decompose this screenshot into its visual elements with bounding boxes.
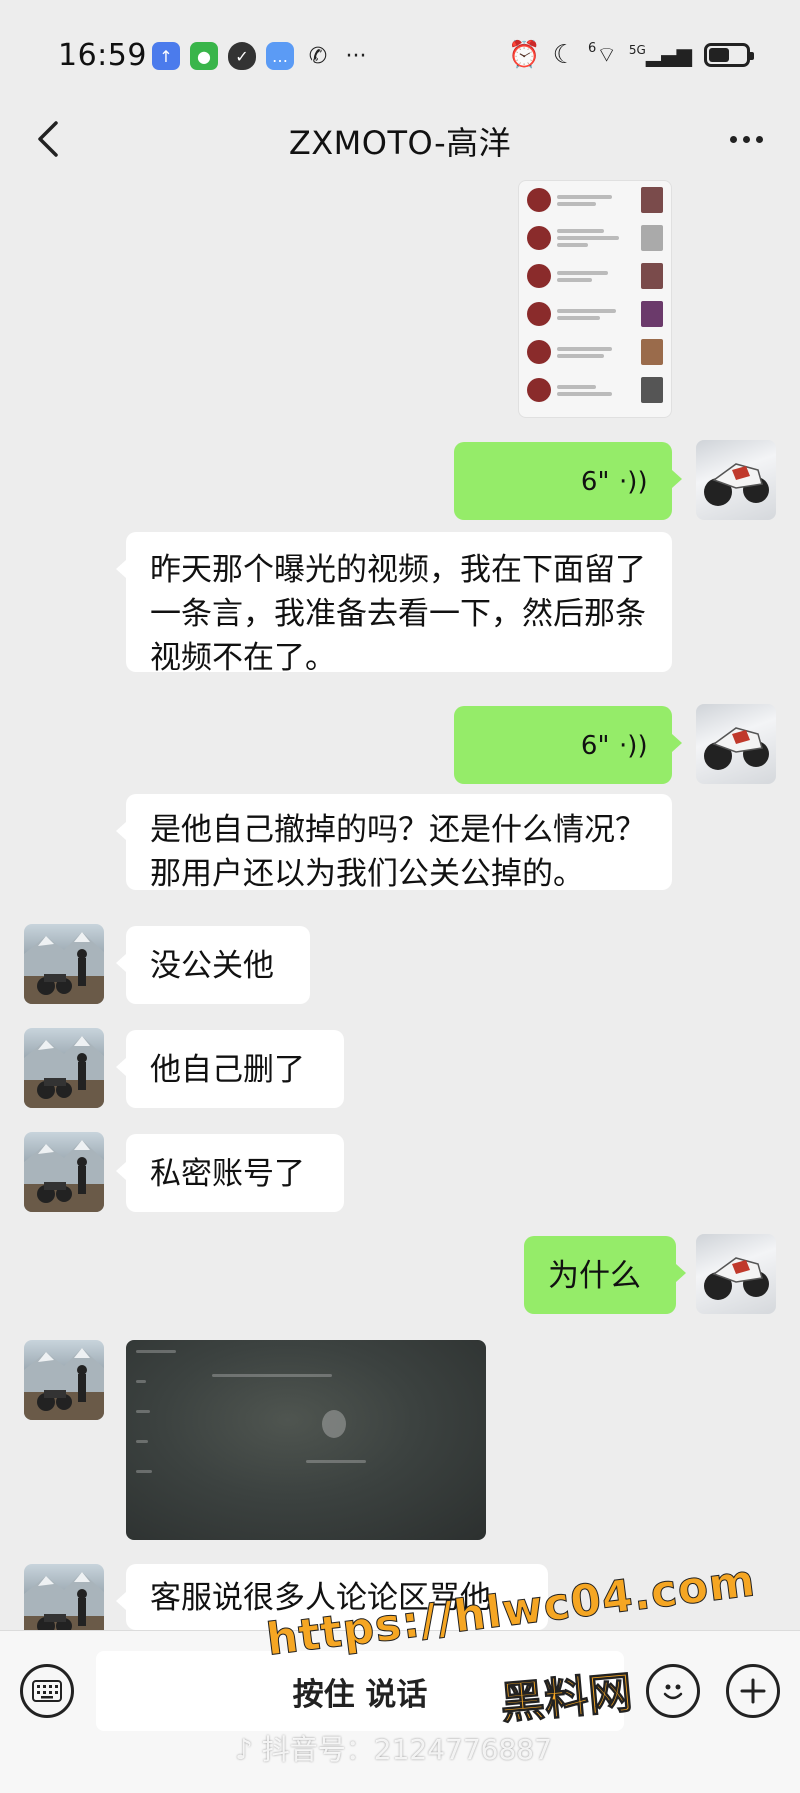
dot-icon: [742, 135, 750, 143]
avatar-self[interactable]: [696, 440, 776, 520]
alarm-icon: ⏰: [508, 40, 541, 70]
battery-fill: [709, 48, 729, 62]
motorcycle-icon: [704, 1257, 769, 1300]
more-options-button[interactable]: [720, 124, 772, 154]
avatar-self[interactable]: [696, 704, 776, 784]
text-message[interactable]: 没公关他: [116, 926, 310, 1004]
wifi-icon: 6⌔: [587, 41, 617, 68]
chat-area[interactable]: 6" ((· 昨天那个曝光的视频，我在下面留了一条言，我准备去看一下，然后那条视…: [0, 180, 800, 1644]
avatar-contact[interactable]: [24, 1028, 104, 1108]
rider-mountain-icon: [24, 1348, 104, 1420]
missed-call-icon: ✆: [308, 43, 328, 69]
status-time: 16:59: [58, 38, 147, 73]
text-message[interactable]: 私密账号了: [116, 1134, 344, 1212]
signal-icon: 5G▂▄▆: [628, 43, 692, 67]
voice-content: 6" ((·: [478, 460, 648, 504]
motorcycle-icon: [704, 463, 769, 506]
voice-duration: 6": [580, 467, 610, 497]
wechat-icon: ●: [190, 42, 218, 70]
message-text: 没公关他: [150, 948, 274, 984]
add-button[interactable]: [726, 1664, 780, 1718]
text-message[interactable]: 昨天那个曝光的视频，我在下面留了一条言，我准备去看一下，然后那条视频不在了。: [116, 532, 672, 676]
smile-icon: [663, 1684, 683, 1700]
upload-icon: ↑: [152, 42, 180, 70]
moon-icon: ☾: [552, 40, 576, 70]
avatar-self[interactable]: [696, 1234, 776, 1314]
chat-title: ZXMOTO-高洋: [288, 124, 512, 162]
douyin-icon: ♪: [235, 1733, 262, 1766]
watermark-name: 黑料网: [498, 1667, 635, 1730]
status-bar: 16:59 ↑ ● ✓ … ✆ ··· ⏰ ☾ 6⌔ 5G▂▄▆: [0, 0, 800, 110]
voice-content: 6" ((·: [478, 724, 648, 768]
message-text: 昨天那个曝光的视频，我在下面留了一条言，我准备去看一下，然后那条视频不在了。: [150, 552, 646, 676]
keyboard-toggle-button[interactable]: [20, 1664, 74, 1718]
wifi-label: 6: [587, 41, 597, 56]
signal-label: 5G: [628, 43, 646, 57]
input-bar: 按住 说话: [0, 1630, 800, 1793]
plus-icon: [740, 1678, 766, 1704]
voice-wave-icon: ((·: [619, 467, 648, 497]
title-bar: ZXMOTO-高洋: [0, 100, 800, 180]
rider-mountain-icon: [24, 1140, 104, 1212]
keyboard-icon: [32, 1680, 62, 1702]
shield-icon: ✓: [228, 42, 256, 70]
image-message-photo[interactable]: [126, 1340, 486, 1540]
text-message[interactable]: 是他自己撤掉的吗？还是什么情况？那用户还以为我们公关公掉的。: [116, 794, 672, 892]
watermark-douyin: ♪ 抖音号：2124776887: [235, 1728, 552, 1768]
status-left-icons: ↑ ● ✓ … ✆ ···: [152, 42, 370, 70]
dot-icon: [729, 135, 737, 143]
message-text: 为什么: [548, 1258, 641, 1294]
message-text: 私密账号了: [150, 1156, 305, 1192]
more-status-icon: ···: [345, 43, 367, 69]
message-icon: …: [266, 42, 294, 70]
text-message[interactable]: 他自己删了: [116, 1030, 344, 1108]
battery-icon: [704, 43, 754, 67]
emoji-button[interactable]: [646, 1664, 700, 1718]
text-message[interactable]: 为什么: [524, 1236, 686, 1314]
image-message-screenshot[interactable]: [518, 180, 672, 418]
rider-mountain-icon: [24, 932, 104, 1004]
rider-mountain-icon: [24, 1036, 104, 1108]
avatar-contact[interactable]: [24, 924, 104, 1004]
voice-message[interactable]: 6" ((·: [454, 706, 682, 784]
dot-icon: [755, 135, 763, 143]
motorcycle-icon: [704, 727, 769, 770]
voice-message[interactable]: 6" ((·: [454, 442, 682, 520]
message-text: 是他自己撤掉的吗？还是什么情况？那用户还以为我们公关公掉的。: [150, 812, 646, 892]
douyin-id: 抖音号：2124776887: [261, 1733, 552, 1766]
message-text: 他自己删了: [150, 1052, 305, 1088]
voice-duration: 6": [580, 731, 610, 761]
avatar-contact[interactable]: [24, 1132, 104, 1212]
voice-wave-icon: ((·: [619, 731, 648, 761]
status-right-icons: ⏰ ☾ 6⌔ 5G▂▄▆: [508, 40, 754, 70]
avatar-contact[interactable]: [24, 1340, 104, 1420]
